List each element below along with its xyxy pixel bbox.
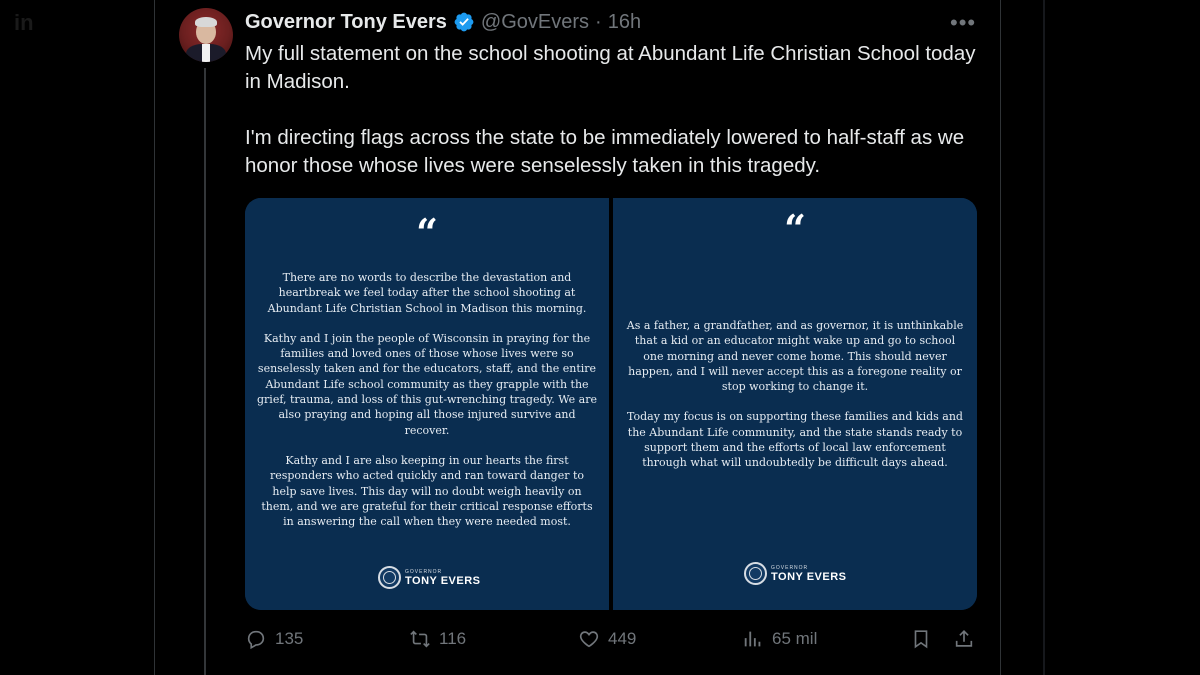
share-button[interactable] [953, 628, 975, 650]
repost-count: 116 [439, 629, 467, 648]
statement-image[interactable]: “ There are no words to describe the dev… [245, 198, 977, 610]
thread-line [204, 68, 206, 675]
author-name[interactable]: Governor Tony Evers [245, 11, 447, 34]
state-seal-icon [378, 566, 401, 589]
tweet-text: My full statement on the school shooting… [245, 40, 985, 208]
author-handle[interactable]: @GovEvers [481, 11, 589, 34]
view-count: 65 mil [772, 629, 818, 648]
column-border-left [154, 0, 155, 675]
statement-paragraph: Today my focus is on supporting these fa… [627, 410, 963, 470]
statement-text-right: As a father, a grandfather, and as gover… [625, 318, 965, 486]
statement-paragraph: As a father, a grandfather, and as gover… [626, 319, 964, 394]
reply-button[interactable]: 135 [245, 628, 303, 650]
governor-logo-right: GOVERNOR TONY EVERS [744, 562, 847, 585]
share-icon [955, 630, 973, 647]
statement-paragraph: Kathy and I are also keeping in our hear… [261, 453, 593, 529]
tweet-paragraph: My full statement on the school shooting… [245, 42, 976, 93]
bookmark-icon [914, 630, 928, 649]
analytics-icon [744, 631, 761, 647]
quote-mark-icon: “ [784, 206, 806, 251]
separator-dot: · [595, 10, 602, 33]
quote-mark-icon: “ [416, 210, 438, 255]
heart-icon [579, 631, 599, 648]
like-count: 449 [608, 629, 637, 648]
governor-logo-left: GOVERNOR TONY EVERS [378, 566, 481, 589]
left-sidebar-area: in [0, 0, 154, 675]
state-seal-icon [744, 562, 767, 585]
reply-count: 135 [275, 629, 304, 648]
repost-button[interactable]: 116 [409, 628, 466, 650]
reply-icon [247, 630, 265, 650]
more-options-icon[interactable]: ••• [950, 10, 976, 36]
statement-paragraph: Kathy and I join the people of Wisconsin… [257, 331, 598, 437]
views-button[interactable]: 65 mil [742, 628, 817, 650]
statement-text-left: There are no words to describe the devas… [257, 270, 597, 544]
verified-badge-icon [454, 12, 474, 32]
tweet-header: Governor Tony Evers @GovEvers · 16h [245, 8, 641, 36]
like-button[interactable]: 449 [578, 628, 636, 650]
column-border-right [1000, 0, 1001, 675]
bookmark-button[interactable] [910, 628, 932, 650]
logo-big-text: TONY EVERS [771, 570, 847, 583]
sidebar-logo-icon: in [14, 10, 34, 35]
tweet-actions: 135 116 449 65 mil [245, 628, 985, 656]
statement-panel-right: “ As a father, a grandfather, and as gov… [613, 198, 977, 610]
avatar[interactable] [179, 8, 233, 62]
logo-big-text: TONY EVERS [405, 574, 481, 587]
scrollbar[interactable] [1043, 0, 1045, 675]
repost-icon [410, 630, 430, 648]
tweet-paragraph: I'm directing flags across the state to … [245, 126, 965, 177]
statement-panel-left: “ There are no words to describe the dev… [245, 198, 609, 610]
timestamp[interactable]: 16h [608, 11, 641, 34]
statement-paragraph: There are no words to describe the devas… [267, 271, 587, 315]
